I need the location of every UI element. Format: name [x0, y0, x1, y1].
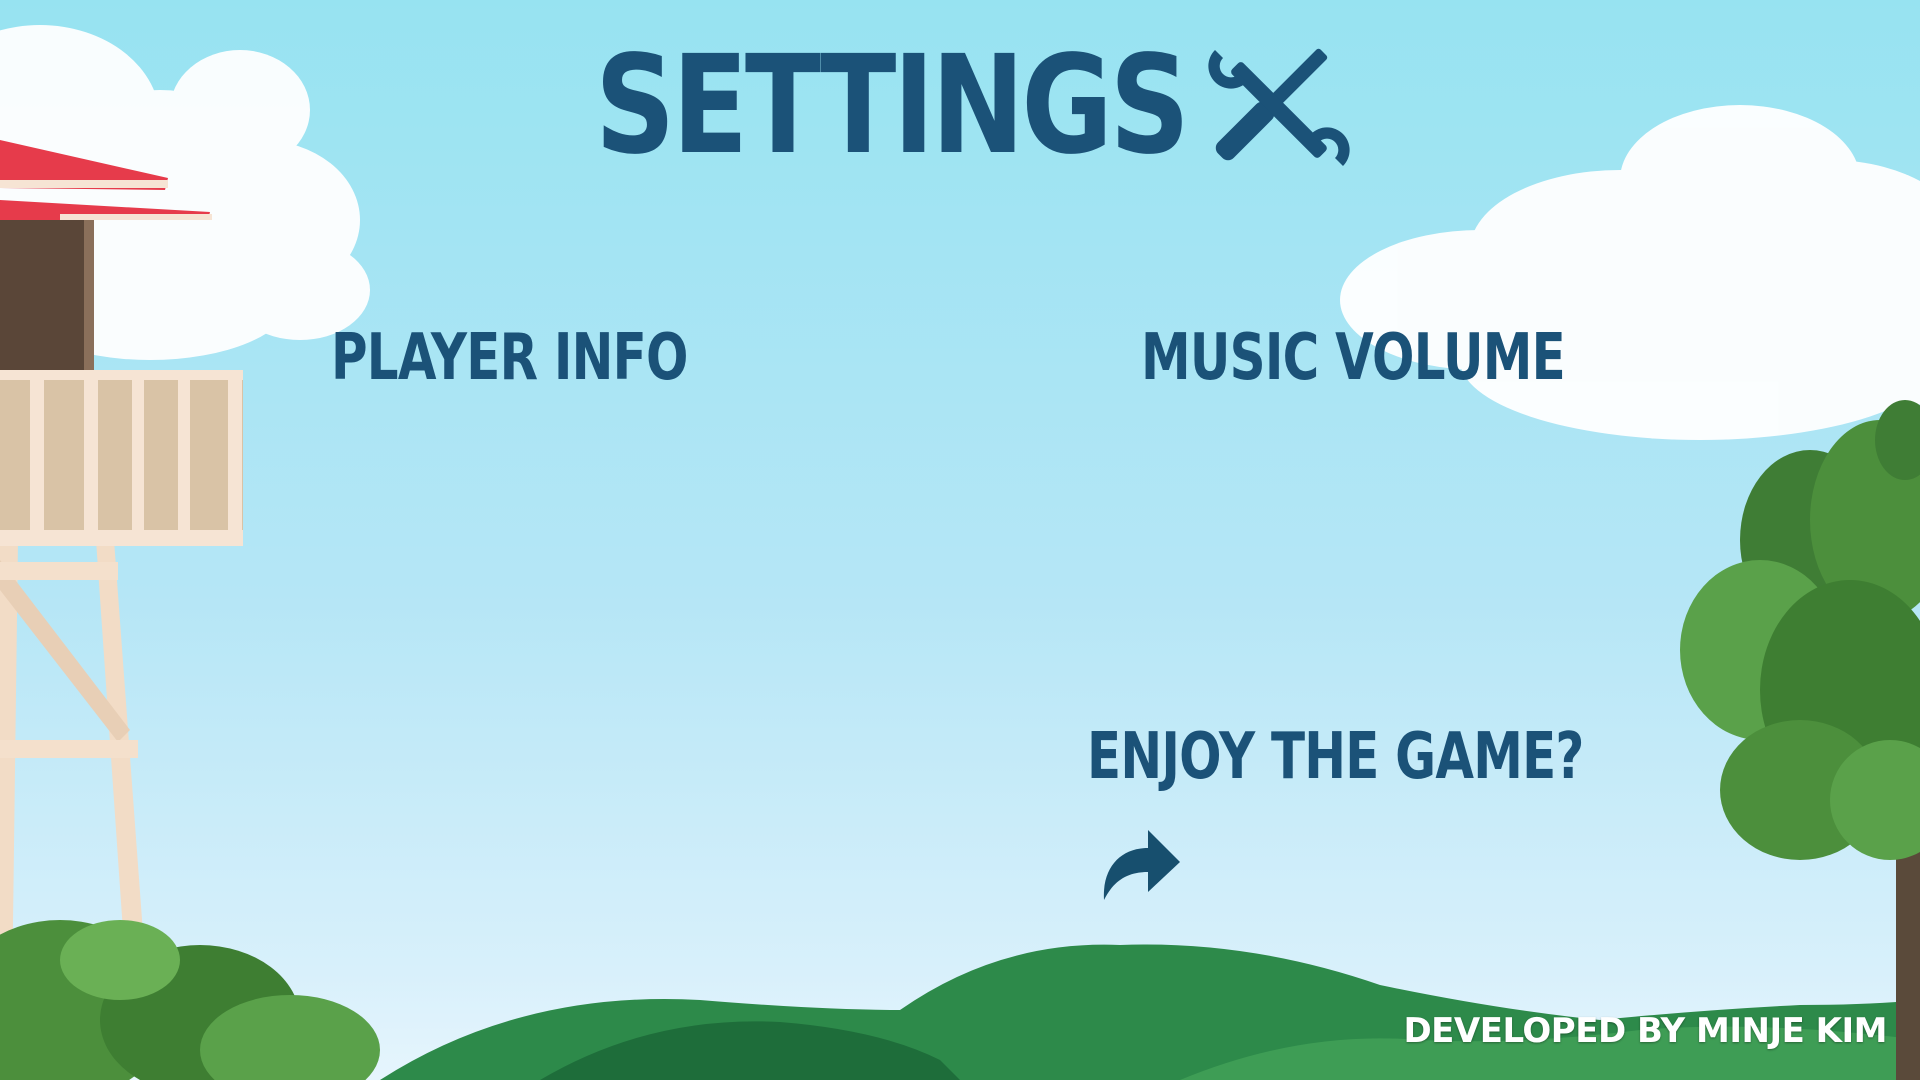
bushes [0, 920, 380, 1080]
music-volume-heading: MUSIC VOLUME [1141, 321, 1566, 395]
share-arrow-icon [1103, 830, 1180, 900]
player-info-heading: PLAYER INFO [331, 321, 688, 395]
page-title: SETTINGS [595, 27, 1190, 185]
settings-screen: SETTINGS PLAYER INFO MUSIC VOLUME ENJOY … [0, 0, 1920, 1080]
tree [1680, 400, 1920, 1080]
enjoy-game-heading: ENJOY THE GAME? [1087, 720, 1584, 794]
developer-credit: DEVELOPED BY MINJE KIM [1403, 1011, 1887, 1051]
share-button[interactable] [1100, 826, 1182, 904]
wrench-screwdriver-icon [1208, 48, 1350, 166]
